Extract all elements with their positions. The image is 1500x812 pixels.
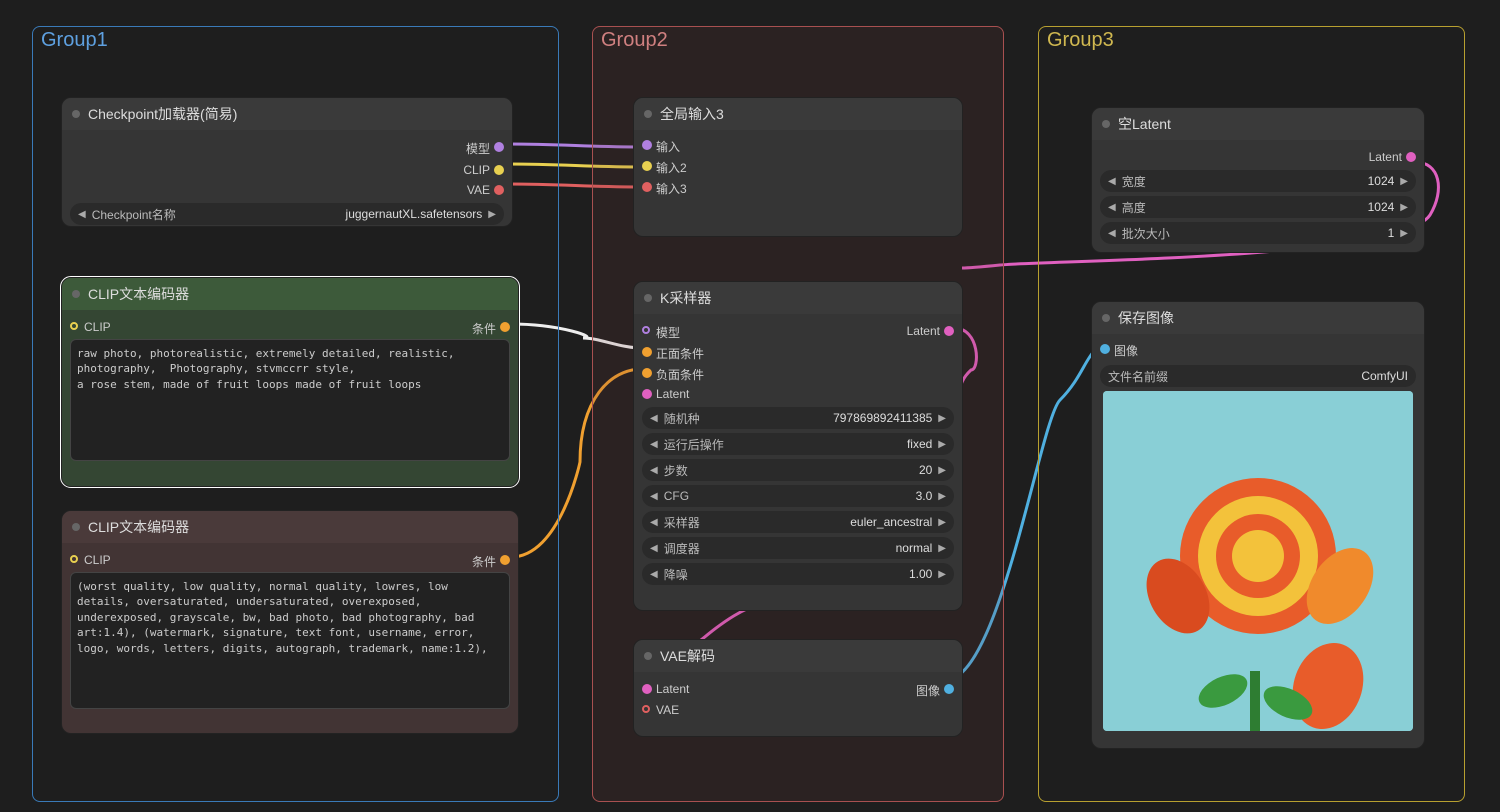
- widget-after-generate[interactable]: ◀运行后操作fixed▶: [642, 433, 954, 455]
- node-header[interactable]: 保存图像: [1092, 302, 1424, 334]
- next-arrow-icon[interactable]: ▶: [1400, 228, 1408, 239]
- input-clip[interactable]: CLIP: [70, 551, 115, 572]
- node-graph-canvas[interactable]: Group1 Checkpoint加载器(简易) 模型 CLIP VAE ◀ C…: [0, 0, 1500, 812]
- collapse-dot-icon[interactable]: [72, 290, 80, 298]
- node-clip-text-encode-negative[interactable]: CLIP文本编码器 CLIP 条件: [61, 510, 519, 734]
- node-title: 全局输入3: [660, 104, 724, 124]
- widget-sampler-name[interactable]: ◀采样器euler_ancestral▶: [642, 511, 954, 533]
- input-positive[interactable]: 正面条件: [642, 343, 954, 364]
- prompt-textarea[interactable]: [70, 339, 510, 461]
- prev-arrow-icon[interactable]: ◀: [650, 439, 658, 450]
- output-image[interactable]: 图像: [912, 680, 954, 701]
- prev-arrow-icon[interactable]: ◀: [78, 209, 86, 220]
- group-2[interactable]: Group2 全局输入3 输入 输入2 输入3 K采样器 模型 Latent 正…: [592, 26, 1004, 802]
- collapse-dot-icon[interactable]: [644, 652, 652, 660]
- node-ksampler[interactable]: K采样器 模型 Latent 正面条件 负面条件 Latent ◀随机种7978…: [633, 281, 963, 611]
- input-vae[interactable]: VAE: [642, 701, 954, 719]
- node-header[interactable]: CLIP文本编码器: [62, 511, 518, 543]
- input-image[interactable]: 图像: [1100, 340, 1416, 361]
- node-title: 空Latent: [1118, 114, 1171, 134]
- collapse-dot-icon[interactable]: [72, 523, 80, 531]
- collapse-dot-icon[interactable]: [1102, 120, 1110, 128]
- collapse-dot-icon[interactable]: [72, 110, 80, 118]
- next-arrow-icon[interactable]: ▶: [938, 465, 946, 476]
- widget-filename-prefix[interactable]: 文件名前缀ComfyUI: [1100, 365, 1416, 387]
- widget-seed[interactable]: ◀随机种797869892411385▶: [642, 407, 954, 429]
- node-header[interactable]: K采样器: [634, 282, 962, 314]
- widget-height[interactable]: ◀高度1024▶: [1100, 196, 1416, 218]
- checkpoint-selector[interactable]: ◀ Checkpoint名称 juggernautXL.safetensors …: [70, 203, 504, 225]
- input-negative[interactable]: 负面条件: [642, 364, 954, 385]
- node-header[interactable]: 空Latent: [1092, 108, 1424, 140]
- input-2[interactable]: 输入2: [642, 157, 954, 178]
- prev-arrow-icon[interactable]: ◀: [650, 465, 658, 476]
- output-latent[interactable]: Latent: [903, 322, 954, 343]
- prev-arrow-icon[interactable]: ◀: [1108, 176, 1116, 187]
- node-title: 保存图像: [1118, 308, 1174, 328]
- node-checkpoint-loader[interactable]: Checkpoint加载器(简易) 模型 CLIP VAE ◀ Checkpoi…: [61, 97, 513, 227]
- prev-arrow-icon[interactable]: ◀: [650, 413, 658, 424]
- input-latent[interactable]: Latent: [642, 680, 693, 701]
- collapse-dot-icon[interactable]: [644, 294, 652, 302]
- widget-steps[interactable]: ◀步数20▶: [642, 459, 954, 481]
- next-arrow-icon[interactable]: ▶: [938, 439, 946, 450]
- input-1[interactable]: 输入: [642, 136, 954, 157]
- next-arrow-icon[interactable]: ▶: [938, 543, 946, 554]
- next-arrow-icon[interactable]: ▶: [938, 413, 946, 424]
- widget-scheduler[interactable]: ◀调度器normal▶: [642, 537, 954, 559]
- node-global-input[interactable]: 全局输入3 输入 输入2 输入3: [633, 97, 963, 237]
- node-header[interactable]: VAE解码: [634, 640, 962, 672]
- node-title: CLIP文本编码器: [88, 517, 189, 537]
- node-title: Checkpoint加载器(简易): [88, 104, 237, 124]
- output-conditioning[interactable]: 条件: [468, 318, 510, 339]
- prev-arrow-icon[interactable]: ◀: [650, 517, 658, 528]
- next-arrow-icon[interactable]: ▶: [1400, 202, 1408, 213]
- output-preview-image[interactable]: [1103, 391, 1413, 731]
- prev-arrow-icon[interactable]: ◀: [650, 543, 658, 554]
- widget-cfg[interactable]: ◀CFG3.0▶: [642, 485, 954, 507]
- next-arrow-icon[interactable]: ▶: [938, 569, 946, 580]
- prompt-textarea[interactable]: [70, 572, 510, 709]
- widget-batch[interactable]: ◀批次大小1▶: [1100, 222, 1416, 244]
- widget-denoise[interactable]: ◀降噪1.00▶: [642, 563, 954, 585]
- prev-arrow-icon[interactable]: ◀: [650, 569, 658, 580]
- output-vae[interactable]: VAE: [463, 181, 504, 199]
- next-arrow-icon[interactable]: ▶: [938, 517, 946, 528]
- node-title: CLIP文本编码器: [88, 284, 189, 304]
- node-header[interactable]: 全局输入3: [634, 98, 962, 130]
- input-model[interactable]: 模型: [642, 322, 684, 343]
- node-header[interactable]: CLIP文本编码器: [62, 278, 518, 310]
- input-3[interactable]: 输入3: [642, 178, 954, 199]
- node-title: VAE解码: [660, 646, 715, 666]
- node-save-image[interactable]: 保存图像 图像 文件名前缀ComfyUI: [1091, 301, 1425, 749]
- prev-arrow-icon[interactable]: ◀: [650, 491, 658, 502]
- output-latent[interactable]: Latent: [1365, 148, 1416, 166]
- output-conditioning[interactable]: 条件: [468, 551, 510, 572]
- prev-arrow-icon[interactable]: ◀: [1108, 228, 1116, 239]
- widget-width[interactable]: ◀宽度1024▶: [1100, 170, 1416, 192]
- group-3[interactable]: Group3 空Latent Latent ◀宽度1024▶ ◀高度1024▶ …: [1038, 26, 1465, 802]
- prev-arrow-icon[interactable]: ◀: [1108, 202, 1116, 213]
- input-clip[interactable]: CLIP: [70, 318, 115, 339]
- node-clip-text-encode-positive[interactable]: CLIP文本编码器 CLIP 条件: [61, 277, 519, 487]
- next-arrow-icon[interactable]: ▶: [488, 209, 496, 220]
- output-model[interactable]: 模型: [462, 138, 504, 159]
- collapse-dot-icon[interactable]: [1102, 314, 1110, 322]
- next-arrow-icon[interactable]: ▶: [1400, 176, 1408, 187]
- input-latent[interactable]: Latent: [642, 385, 954, 403]
- collapse-dot-icon[interactable]: [644, 110, 652, 118]
- node-vae-decode[interactable]: VAE解码 Latent 图像 VAE: [633, 639, 963, 737]
- group-title[interactable]: Group1: [41, 29, 108, 52]
- node-title: K采样器: [660, 288, 711, 308]
- node-empty-latent[interactable]: 空Latent Latent ◀宽度1024▶ ◀高度1024▶ ◀批次大小1▶: [1091, 107, 1425, 253]
- output-clip[interactable]: CLIP: [459, 161, 504, 179]
- next-arrow-icon[interactable]: ▶: [938, 491, 946, 502]
- group-1[interactable]: Group1 Checkpoint加载器(简易) 模型 CLIP VAE ◀ C…: [32, 26, 559, 802]
- group-title[interactable]: Group2: [601, 29, 668, 52]
- node-header[interactable]: Checkpoint加载器(简易): [62, 98, 512, 130]
- group-title[interactable]: Group3: [1047, 29, 1114, 52]
